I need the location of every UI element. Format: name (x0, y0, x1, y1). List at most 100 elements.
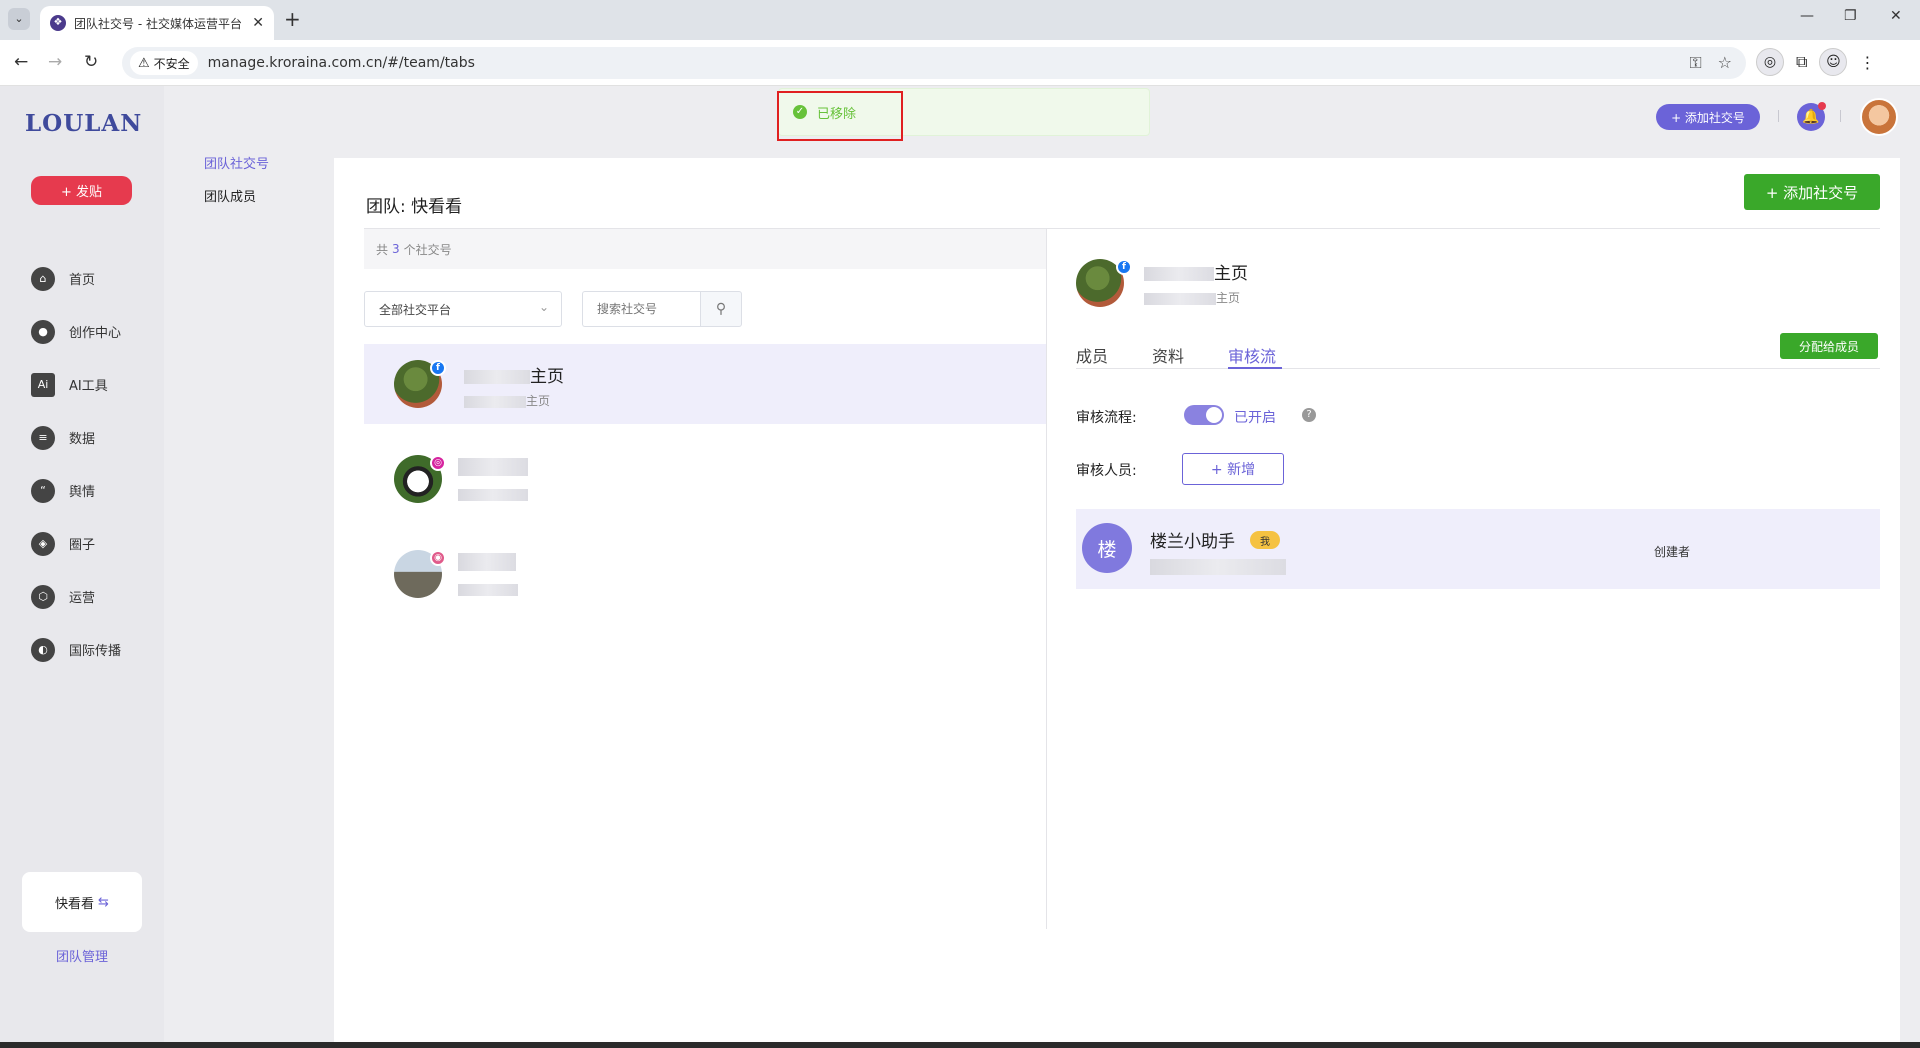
new-tab-button[interactable]: + (284, 8, 301, 30)
add-reviewer-button[interactable]: + 新增 (1182, 453, 1284, 485)
omnibox[interactable]: ⚠ 不安全 manage.kroraina.com.cn/#/team/tabs… (122, 47, 1746, 79)
browser-tab[interactable]: ❖ 团队社交号 - 社交媒体运营平台 ✕ (40, 6, 274, 40)
account-name: 主页 (464, 362, 564, 387)
review-flow-toggle[interactable] (1184, 405, 1224, 425)
search-icon[interactable]: ⚲ (700, 291, 742, 327)
detail-name-suffix: 主页 (1214, 264, 1248, 284)
puzzle-extensions-icon[interactable]: ⧉ (1796, 52, 1807, 72)
tab-profile[interactable]: 资料 (1152, 343, 1184, 367)
sidebar-menu: ⌂ 首页 ● 创作中心 Ai AI工具 ≡ 数据 “ 舆情 ◈ 圈子 ⬡ 运营 … (0, 252, 164, 676)
browser-tab-title: 团队社交号 - 社交媒体运营平台 (74, 16, 242, 31)
url-text[interactable]: manage.kroraina.com.cn/#/team/tabs (208, 55, 475, 71)
profile-icon[interactable]: ☺ (1819, 48, 1848, 76)
switch-icon: ⇆ (98, 894, 109, 910)
security-indicator[interactable]: ⚠ 不安全 (130, 51, 198, 75)
active-tab-indicator (1228, 367, 1282, 369)
back-button[interactable]: ← (14, 52, 28, 72)
notification-dot (1818, 102, 1826, 110)
platform-badge-icon: ◉ (430, 550, 446, 566)
detail-subtitle: 主页 (1144, 289, 1240, 306)
site-favicon-icon: ❖ (50, 15, 66, 31)
tab-members[interactable]: 成员 (1076, 343, 1108, 367)
header-divider (1778, 110, 1779, 122)
sidebar-item-circles[interactable]: ◈ 圈子 (0, 517, 164, 570)
account-list-item[interactable]: ◎ (364, 439, 1046, 519)
page-title: 团队: 快看看 (366, 197, 463, 217)
account-sub-suffix: 主页 (526, 394, 551, 408)
sidebar-item-label: 舆情 (69, 485, 96, 500)
os-taskbar (0, 1042, 1920, 1048)
bookmark-star-icon[interactable]: ☆ (1718, 53, 1732, 73)
user-avatar[interactable] (1860, 98, 1898, 136)
reload-button[interactable]: ↻ (84, 52, 98, 72)
account-search-input[interactable] (582, 291, 700, 327)
account-name-suffix: 主页 (530, 367, 564, 387)
assign-to-member-button[interactable]: 分配给成员 (1780, 333, 1878, 359)
restore-window-button[interactable]: ❐ (1844, 8, 1857, 24)
reviewer-avatar: 楼 (1082, 523, 1132, 573)
sidebar-item-creation[interactable]: ● 创作中心 (0, 305, 164, 358)
account-name (458, 457, 528, 477)
password-key-icon[interactable]: ⚿ (1689, 53, 1701, 73)
sidebar-item-sentiment[interactable]: “ 舆情 (0, 464, 164, 517)
browser-tab-bar: ⌄ ❖ 团队社交号 - 社交媒体运营平台 ✕ + — ❐ ✕ (0, 0, 1920, 40)
close-tab-icon[interactable]: ✕ (252, 15, 264, 31)
blurred-text (1150, 559, 1286, 575)
platform-filter-select[interactable]: 全部社交平台 ⌄ (364, 291, 562, 327)
blurred-text (464, 370, 530, 384)
post-button[interactable]: + 发贴 (31, 176, 132, 205)
browser-menu-icon[interactable]: ⋮ (1859, 53, 1875, 72)
account-count: 3 (392, 242, 400, 256)
sidebar-item-home[interactable]: ⌂ 首页 (0, 252, 164, 305)
close-window-button[interactable]: ✕ (1890, 8, 1902, 24)
sidebar-item-label: 创作中心 (69, 326, 122, 341)
warning-icon: ⚠ (138, 55, 150, 71)
sidebar-item-international[interactable]: ◐ 国际传播 (0, 623, 164, 676)
network-icon: ⬡ (31, 584, 55, 609)
blurred-text (458, 488, 528, 501)
subnav-item-team-members[interactable]: 团队成员 (204, 186, 256, 205)
detail-name: 主页 (1144, 259, 1248, 284)
globe-icon: ◐ (31, 637, 55, 662)
blurred-text (458, 553, 516, 571)
sidebar-item-ai-tools[interactable]: Ai AI工具 (0, 358, 164, 411)
sidebar-item-data[interactable]: ≡ 数据 (0, 411, 164, 464)
blurred-text (458, 583, 518, 596)
account-name (458, 552, 516, 572)
insecure-label: 不安全 (153, 56, 190, 71)
review-flow-label: 审核流程: (1076, 410, 1137, 426)
forward-button[interactable]: → (48, 52, 62, 72)
chevron-down-icon: ⌄ (538, 300, 549, 314)
sidebar-item-label: 圈子 (69, 538, 96, 553)
team-switcher[interactable]: 快看看 ⇆ (22, 872, 142, 932)
blurred-text (1144, 267, 1214, 281)
tab-review-flow[interactable]: 审核流 (1228, 343, 1276, 367)
minimize-window-button[interactable]: — (1800, 8, 1814, 24)
team-manage-link[interactable]: 团队管理 (0, 946, 164, 965)
facebook-icon: f (430, 360, 446, 376)
sidebar-item-operations[interactable]: ⬡ 运营 (0, 570, 164, 623)
account-list-item[interactable]: f 主页 主页 (364, 344, 1046, 424)
database-icon: ≡ (31, 425, 55, 450)
account-list-item[interactable]: ◉ (364, 534, 1046, 614)
reviewer-name: 楼兰小助手 (1150, 532, 1235, 552)
reviewer-list-item: 楼 楼兰小助手 我 创建者 (1076, 509, 1880, 589)
instagram-icon: ◎ (430, 455, 446, 471)
quote-icon: “ (31, 478, 55, 503)
subnav-item-team-social[interactable]: 团队社交号 (204, 153, 269, 172)
help-icon[interactable]: ? (1302, 408, 1316, 422)
team-name: 快看看 (55, 896, 95, 912)
count-suffix: 个社交号 (403, 242, 452, 257)
logo[interactable]: LOULAN (25, 110, 142, 137)
add-social-button[interactable]: + 添加社交号 (1744, 174, 1880, 210)
browser-address-bar: ← → ↻ ⚠ 不安全 manage.kroraina.com.cn/#/tea… (0, 40, 1920, 86)
tab-search-dropdown[interactable]: ⌄ (8, 8, 30, 30)
header-add-social-button[interactable]: + 添加社交号 (1656, 104, 1760, 130)
sidebar-item-label: AI工具 (69, 379, 108, 394)
account-subtitle (458, 487, 528, 501)
account-list-panel: 共 3 个社交号 全部社交平台 ⌄ ⚲ f 主页 主页 ◎ (364, 229, 1046, 929)
account-detail-panel: f 主页 主页 成员 资料 审核流 分配给成员 审核流程: 已开启 ? 审核人员… (1076, 229, 1880, 929)
extension-icon[interactable]: ◎ (1756, 48, 1784, 76)
header-divider (1840, 110, 1841, 122)
reviewer-role: 创建者 (1654, 545, 1691, 559)
